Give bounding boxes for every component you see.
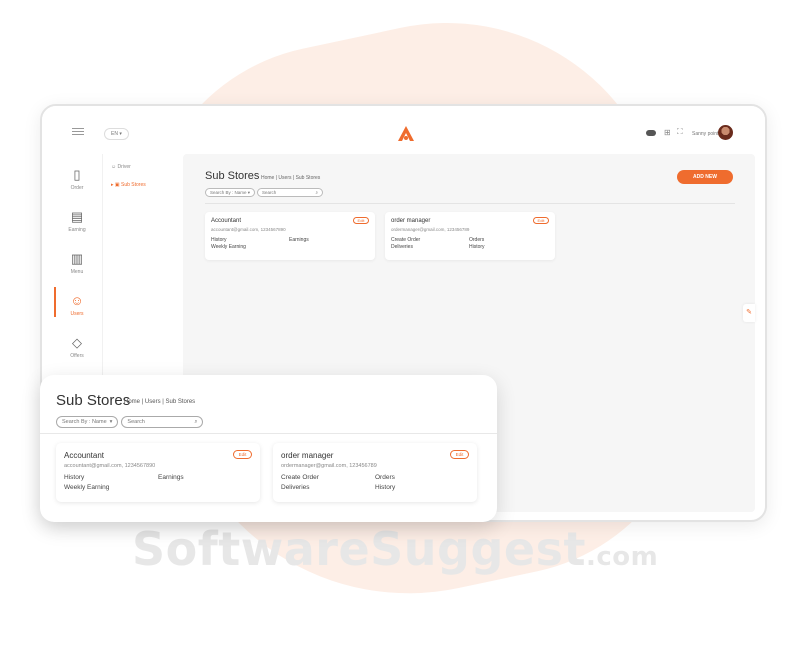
- sidebar-item-order[interactable]: ▯ Order: [54, 167, 100, 192]
- watermark: SoftwareSuggest.com: [132, 522, 658, 576]
- avatar[interactable]: [718, 125, 733, 140]
- breadcrumb-users[interactable]: Users: [145, 399, 161, 405]
- zoom-callout: Sub Stores Home | Users | Sub Stores Sea…: [40, 375, 497, 522]
- sidebar-item-menu[interactable]: ▥ Menu: [54, 251, 100, 276]
- card-feature: Earnings: [158, 474, 184, 481]
- store-card: Accountant accountant@gmail.com, 1234567…: [56, 443, 260, 502]
- tag-icon: ◇: [72, 335, 82, 350]
- card-feature: Weekly Earning: [211, 244, 246, 250]
- card-email: ordermanager@gmail.com, 123456789: [281, 463, 377, 469]
- hamburger-icon[interactable]: [72, 128, 84, 136]
- sub-navigation: ☺ Driver ▸ ▣ Sub Stores: [102, 154, 182, 384]
- settings-tab-icon[interactable]: ✎: [743, 304, 755, 322]
- subnav-item-driver[interactable]: ☺ Driver: [111, 164, 131, 170]
- card-feature: Deliveries: [281, 484, 310, 491]
- card-feature: Deliveries: [391, 244, 413, 250]
- breadcrumb-current: Sub Stores: [165, 399, 196, 405]
- edit-button[interactable]: Edit: [353, 217, 369, 224]
- breadcrumb: Home | Users | Sub Stores: [124, 399, 196, 405]
- sidebar-item-earning[interactable]: ▤ Earning: [54, 209, 100, 234]
- money-icon: ▤: [70, 209, 84, 224]
- store-card: order manager ordermanager@gmail.com, 12…: [385, 212, 555, 260]
- theme-toggle[interactable]: [646, 130, 656, 136]
- breadcrumb-current: Sub Stores: [295, 175, 321, 181]
- search-by-select[interactable]: Search By : Name ▾: [205, 188, 256, 197]
- card-email: accountant@gmail.com, 1234567890: [64, 463, 156, 469]
- divider: [205, 203, 735, 204]
- card-feature: Orders: [375, 474, 395, 481]
- fullscreen-icon[interactable]: ⛶: [677, 127, 683, 137]
- sidebar-active-indicator: [54, 287, 56, 317]
- search-bar: Search By : Name ▾ Search ⌕: [56, 416, 204, 428]
- search-bar: Search By : Name ▾ Search ⌕: [205, 188, 324, 197]
- edit-button[interactable]: Edit: [233, 450, 252, 459]
- language-select[interactable]: EN ▾: [104, 128, 129, 140]
- card-title: order manager: [281, 451, 334, 460]
- search-icon: ⌕: [194, 419, 198, 425]
- screenshot-stage: SoftwareSuggest.com EN ▾ ⊞ ⛶ Sanny point…: [0, 0, 809, 650]
- card-feature: Earnings: [289, 237, 309, 243]
- page-title: Sub Stores: [205, 170, 260, 182]
- divider: [40, 433, 497, 434]
- card-email: accountant@gmail.com, 1234567890: [211, 227, 286, 232]
- card-feature: History: [469, 244, 485, 250]
- card-feature: History: [211, 237, 227, 243]
- phone-icon: ▯: [73, 167, 81, 182]
- card-feature: Orders: [469, 237, 485, 243]
- card-feature: Create Order: [281, 474, 319, 481]
- menu-book-icon: ▥: [70, 251, 84, 266]
- search-icon: ⌕: [315, 190, 319, 195]
- store-card: order manager ordermanager@gmail.com, 12…: [273, 443, 477, 502]
- edit-button[interactable]: Edit: [533, 217, 549, 224]
- sidebar-item-users[interactable]: ☺ Users: [54, 293, 100, 318]
- watermark-brand: SoftwareSuggest: [132, 522, 586, 576]
- breadcrumb-users[interactable]: Users: [278, 175, 291, 181]
- breadcrumb-home[interactable]: Home: [124, 399, 140, 405]
- card-feature: Create Order: [391, 237, 421, 243]
- card-feature: History: [64, 474, 85, 481]
- card-title: order manager: [391, 218, 431, 224]
- search-input[interactable]: Search ⌕: [257, 188, 324, 197]
- search-by-select[interactable]: Search By : Name ▾: [56, 416, 119, 428]
- breadcrumb-home[interactable]: Home: [261, 175, 274, 181]
- sidebar-item-offers[interactable]: ◇ Offers: [54, 335, 100, 360]
- chevron-down-icon: ▾: [109, 419, 113, 425]
- brand-logo-icon: [398, 126, 414, 141]
- card-title: Accountant: [211, 218, 242, 224]
- card-feature: History: [375, 484, 396, 491]
- edit-button[interactable]: Edit: [450, 450, 469, 459]
- add-new-button[interactable]: ADD NEW: [677, 170, 733, 184]
- card-feature: Weekly Earning: [64, 484, 110, 491]
- users-icon: ☺: [70, 293, 84, 308]
- grid-icon[interactable]: ⊞: [664, 128, 671, 137]
- watermark-tld: .com: [585, 542, 659, 572]
- card-email: ordermanager@gmail.com, 123456789: [391, 227, 470, 232]
- subnav-item-sub-stores[interactable]: ▸ ▣ Sub Stores: [111, 182, 146, 188]
- page-title: Sub Stores: [56, 392, 131, 409]
- card-title: Accountant: [64, 451, 105, 460]
- user-name[interactable]: Sanny point: [692, 131, 718, 137]
- search-input[interactable]: Search ⌕: [121, 416, 204, 428]
- top-bar: EN ▾ ⊞ ⛶ Sanny point: [42, 106, 765, 156]
- store-card: Accountant accountant@gmail.com, 1234567…: [205, 212, 375, 260]
- breadcrumb: Home | Users | Sub Stores: [261, 175, 321, 181]
